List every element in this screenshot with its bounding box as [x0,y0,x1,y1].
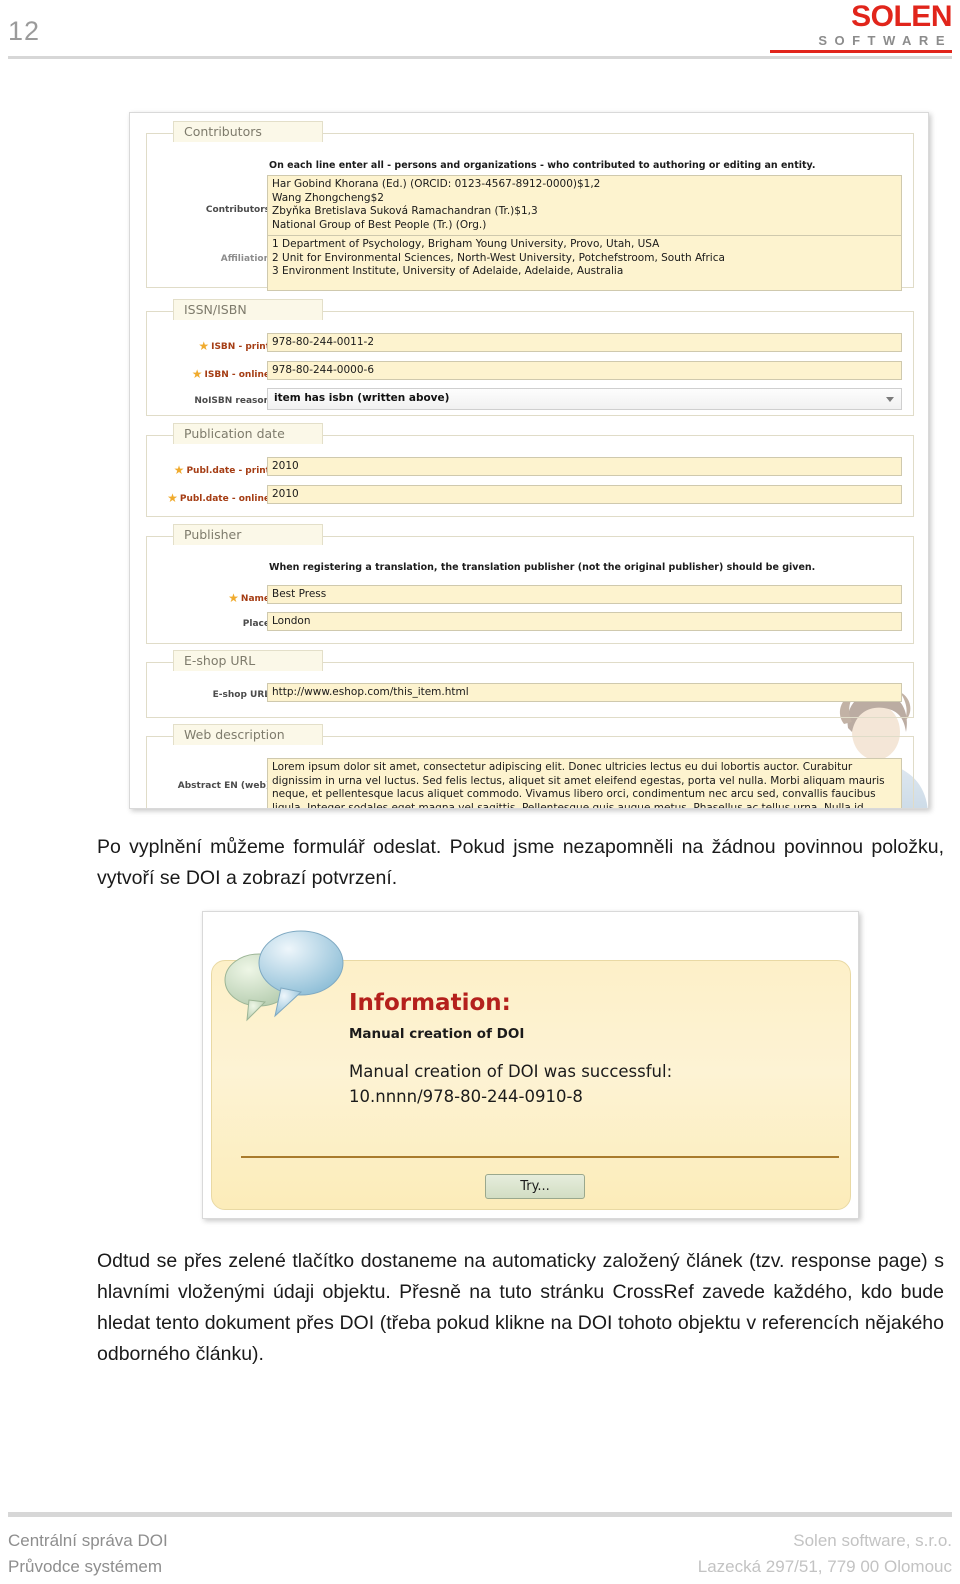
input-publisher-name[interactable]: Best Press [267,585,902,604]
footer-company-address: Lazecká 297/51, 779 00 Olomouc [697,1557,952,1576]
label-publdate-print: ★ Publ.date - print [173,463,270,477]
doi-form-screenshot: Contributors On each line enter all - pe… [129,112,929,809]
footer-left: Centrální správa DOI Průvodce systémem [8,1528,168,1580]
information-dialog-screenshot: Information: Manual creation of DOI Manu… [202,911,859,1219]
label-publisher-name: ★ Name [228,591,270,605]
required-star-icon: ★ [191,367,203,381]
required-star-icon: ★ [167,491,178,505]
legend-eshop-url: E-shop URL [173,650,323,671]
chevron-down-icon[interactable] [886,397,894,402]
body-paragraph-2: Odtud se přes zelené tlačítko dostaneme … [97,1250,944,1365]
label-publisher-place: Place [242,619,270,629]
input-isbn-online[interactable]: 978-80-244-0000-6 [267,361,902,380]
footer-right: Solen software, s.r.o. Lazecká 297/51, 7… [698,1528,952,1580]
label-contributors: Contributors [205,205,270,215]
label-isbn-print: ★ ISBN - print [198,339,270,353]
label-noisbn-reason: NoISBN reason [194,396,270,406]
input-isbn-print[interactable]: 978-80-244-0011-2 [267,333,902,352]
input-eshop-url[interactable]: http://www.eshop.com/this_item.html [267,683,902,702]
contributors-hint: On each line enter all - persons and org… [269,160,816,171]
speech-bubbles-icon [224,930,344,1022]
body-paragraph-1: Po vyplnění můžeme formulář odeslat. Pok… [97,836,944,889]
header-divider [8,56,952,59]
textarea-affiliation[interactable]: 1 Department of Psychology, Brigham Youn… [267,235,902,291]
solen-software-logo: SOLEN SOFTWARE [770,0,953,53]
footer-divider [8,1512,952,1517]
page-number: 12 [8,16,41,46]
required-star-icon: ★ [173,463,185,477]
legend-publication-date: Publication date [173,423,323,444]
logo-solen-text: SOLEN [851,0,952,33]
logo-underline [770,50,952,53]
legend-issn-isbn: ISSN/ISBN [173,299,323,320]
label-eshop-url: E-shop URL [212,690,270,700]
input-publdate-print[interactable]: 2010 [267,457,902,476]
label-abstract-en: Abstract EN (web) [177,781,270,791]
logo-software-text: SOFTWARE [818,33,952,48]
dialog-title: Information: [349,990,511,1016]
dialog-subtitle: Manual creation of DOI [349,1026,525,1042]
input-publisher-place[interactable]: London [267,612,902,631]
page-header: 12 SOLEN SOFTWARE [0,0,960,64]
try-button[interactable]: Try... [485,1174,585,1199]
textarea-abstract-en[interactable]: Lorem ipsum dolor sit amet, consectetur … [267,758,902,808]
label-affiliation: Affiliation [220,254,270,264]
footer-doc-title: Centrální správa DOI [8,1531,168,1550]
label-publdate-online: ★ Publ.date - online [167,491,270,505]
label-isbn-online: ★ ISBN - online [191,367,270,381]
footer-doc-subtitle: Průvodce systémem [8,1557,162,1576]
dialog-message: Manual creation of DOI was successful: 1… [349,1062,673,1106]
required-star-icon: ★ [198,339,210,353]
dialog-divider [241,1156,839,1158]
publisher-hint: When registering a translation, the tran… [269,562,816,573]
footer-company-name: Solen software, s.r.o. [793,1531,952,1550]
legend-web-description: Web description [173,724,323,745]
required-star-icon: ★ [228,591,239,605]
textarea-contributors[interactable]: Har Gobind Khorana (Ed.) (ORCID: 0123-45… [267,175,902,238]
input-publdate-online[interactable]: 2010 [267,485,902,504]
legend-contributors: Contributors [173,121,323,142]
select-noisbn-reason[interactable]: item has isbn (written above) [267,388,902,410]
legend-publisher: Publisher [173,524,323,545]
select-noisbn-reason-value: item has isbn (written above) [274,392,450,404]
